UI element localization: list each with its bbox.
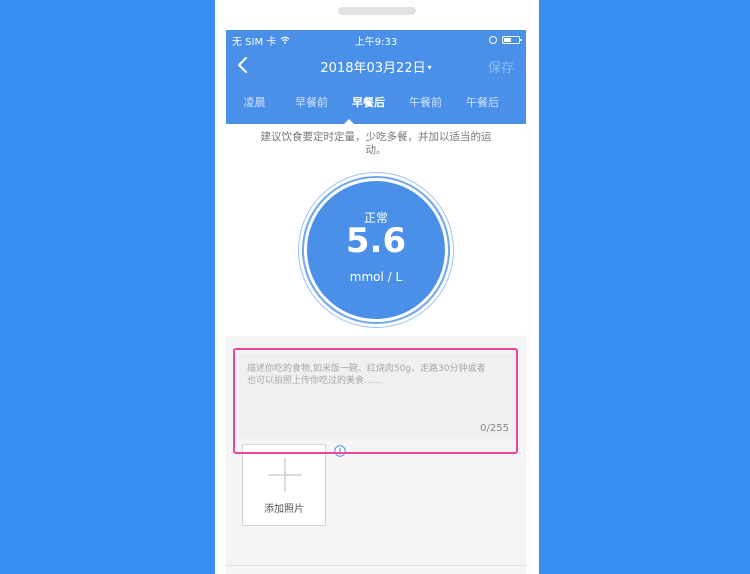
note-placeholder-line1: 描述你吃的食物,如米饭一碗、红烧肉50g、走路30分钟或者 [247, 364, 486, 374]
tab-after-lunch[interactable]: 午餐后 [454, 94, 511, 110]
add-photo-label: 添加照片 [264, 504, 304, 515]
bottom-divider [226, 565, 526, 566]
app-screen: 无 SIM 卡 上午9:33 2018年03月22日 ▾ 保存 凌晨 早餐前 早… [226, 30, 526, 574]
meal-note-input[interactable]: 描述你吃的食物,如米饭一碗、红烧肉50g、走路30分钟或者 也可以拍照上传你吃过… [233, 354, 517, 439]
status-bar: 无 SIM 卡 上午9:33 [226, 30, 526, 50]
date-text: 2018年03月22日 [320, 61, 426, 76]
note-placeholder: 描述你吃的食物,如米饭一碗、红烧肉50g、走路30分钟或者 也可以拍照上传你吃过… [233, 354, 517, 387]
status-left: 无 SIM 卡 [232, 33, 290, 48]
reading-value: 5.6 [345, 221, 407, 261]
tab-early-morning[interactable]: 凌晨 [226, 94, 283, 110]
carrier-text: 无 SIM 卡 [232, 36, 277, 48]
advice-text: 建议饮食要定时定量，少吃多餐，并加以适当的运动。 [260, 131, 492, 156]
meal-tabs: 凌晨 早餐前 早餐后 午餐前 午餐后 晚 [226, 80, 526, 125]
status-right [489, 36, 522, 44]
plus-icon [268, 458, 302, 492]
phone-frame: 无 SIM 卡 上午9:33 2018年03月22日 ▾ 保存 凌晨 早餐前 早… [215, 0, 539, 574]
reading-unit: mmol / L [349, 270, 403, 284]
chevron-down-icon: ▾ [427, 63, 432, 72]
note-char-count: 0/255 [480, 423, 509, 434]
tab-evening[interactable]: 晚 [511, 94, 526, 110]
battery-icon [502, 36, 522, 44]
tab-before-lunch[interactable]: 午餐前 [397, 94, 454, 110]
nav-bar: 2018年03月22日 ▾ 保存 [226, 50, 526, 80]
glucose-gauge: 正常 5.6 mmol / L [298, 172, 454, 328]
app-header: 无 SIM 卡 上午9:33 2018年03月22日 ▾ 保存 凌晨 早餐前 早… [226, 30, 526, 125]
wifi-icon [280, 36, 290, 44]
date-selector[interactable]: 2018年03月22日 ▾ [226, 57, 526, 76]
reading-card: 建议饮食要定时定量，少吃多餐，并加以适当的运动。 正常 5.6 mmol / L [226, 124, 526, 336]
gauge-disc: 正常 5.6 mmol / L [307, 181, 445, 319]
info-icon[interactable] [334, 445, 346, 457]
tab-after-breakfast[interactable]: 早餐后 [340, 94, 397, 110]
phone-speaker [338, 7, 416, 15]
orientation-lock-icon [489, 36, 497, 44]
tab-before-breakfast[interactable]: 早餐前 [283, 94, 340, 110]
add-photo-button[interactable]: 添加照片 [242, 444, 326, 526]
note-placeholder-line2: 也可以拍照上传你吃过的美食...... [247, 376, 382, 386]
save-button[interactable]: 保存 [488, 57, 514, 76]
